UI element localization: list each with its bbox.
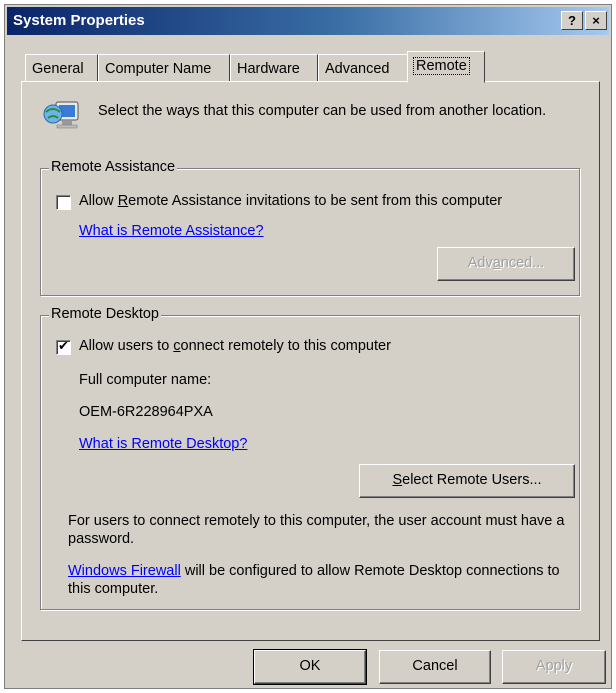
intro-text: Select the ways that this computer can b… [98, 103, 547, 119]
tab-advanced[interactable]: Advanced [318, 54, 408, 82]
remote-assistance-group: Remote Assistance Allow Remote Assistanc… [40, 159, 580, 296]
firewall-note: Windows Firewall will be configured to a… [68, 562, 568, 598]
help-button[interactable]: ? [561, 11, 583, 30]
remote-desktop-checkbox-label[interactable]: Allow users to connect remotely to this … [79, 338, 391, 354]
advanced-key: a [492, 255, 501, 271]
advanced-pre: Adv [467, 255, 493, 271]
remote-desktop-group-label: Remote Desktop [49, 306, 161, 322]
window-title: System Properties [13, 12, 145, 29]
apply-button[interactable]: Apply [502, 650, 606, 684]
remote-desktop-group: Remote Desktop ✔ Allow users to connect … [40, 306, 580, 610]
ra-label-key: R [117, 193, 129, 209]
advanced-post: nced... [500, 255, 545, 271]
remote-assistance-checkbox-label[interactable]: Allow Remote Assistance invitations to b… [79, 193, 502, 209]
rd-label-key: c [173, 338, 181, 354]
what-is-remote-desktop-link[interactable]: What is Remote Desktop? [79, 436, 247, 452]
tab-general-label: General [32, 61, 84, 77]
tab-computer-name-label: Computer Name [105, 61, 212, 77]
remote-tab-panel: Select the ways that this computer can b… [21, 81, 600, 641]
remote-assistance-checkbox[interactable] [56, 195, 71, 210]
remote-assistance-group-label: Remote Assistance [49, 159, 178, 175]
advanced-button[interactable]: Advanced... [437, 247, 575, 281]
windows-firewall-link[interactable]: Windows Firewall [68, 563, 181, 579]
remote-desktop-checkbox[interactable]: ✔ [56, 338, 71, 355]
select-users-key: S [392, 472, 403, 488]
ra-label-post: emote Assistance invitations to be sent … [128, 193, 503, 209]
remote-computer-icon [43, 101, 79, 129]
tab-hardware[interactable]: Hardware [230, 54, 318, 82]
cancel-button[interactable]: Cancel [379, 650, 491, 684]
tab-hardware-label: Hardware [237, 61, 300, 77]
password-note: For users to connect remotely to this co… [68, 513, 565, 547]
system-properties-window: System Properties ? × General Computer N… [4, 4, 612, 689]
title-bar[interactable]: System Properties ? × [7, 7, 609, 35]
select-users-post: elect Remote Users... [402, 472, 542, 488]
ok-button[interactable]: OK [253, 649, 367, 685]
tab-computer-name[interactable]: Computer Name [98, 54, 230, 82]
full-computer-name-label: Full computer name: [79, 372, 212, 388]
rd-label-post: onnect remotely to this computer [180, 338, 391, 354]
close-button[interactable]: × [585, 11, 607, 30]
tab-advanced-label: Advanced [325, 61, 390, 77]
select-remote-users-button[interactable]: Select Remote Users... [359, 464, 575, 498]
computer-name-value: OEM-6R228964PXA [79, 404, 213, 420]
ra-label-pre: Allow [79, 193, 118, 209]
rd-label-pre: Allow users to [79, 338, 174, 354]
tab-remote[interactable]: Remote [407, 51, 485, 83]
checkmark-icon: ✔ [58, 338, 69, 353]
tab-remote-label: Remote [413, 57, 470, 75]
what-is-remote-assistance-link[interactable]: What is Remote Assistance? [79, 223, 264, 239]
tab-general[interactable]: General [25, 54, 98, 82]
